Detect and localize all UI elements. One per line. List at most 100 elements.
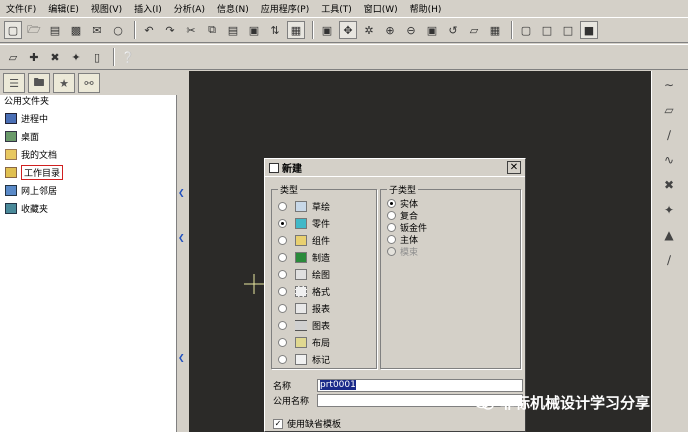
- default-template-checkbox[interactable]: ✓: [273, 418, 283, 429]
- datum-curve-icon[interactable]: ▯: [88, 48, 106, 66]
- context-help-icon[interactable]: ❔: [119, 48, 137, 66]
- line-tool-icon[interactable]: ∼: [658, 74, 680, 96]
- redo-icon[interactable]: ↷: [161, 21, 179, 39]
- undo-icon[interactable]: ↶: [140, 21, 158, 39]
- navigator-header: 公用文件夹: [0, 95, 176, 109]
- type-drawing-option[interactable]: 绘图: [278, 268, 330, 281]
- datum-csys-icon[interactable]: ✦: [67, 48, 85, 66]
- collapse-arrow-icon[interactable]: ❮: [178, 233, 185, 242]
- subtype-group: 子类型 实体 复合 钣金件 主体 模束: [380, 183, 521, 369]
- nav-item-network[interactable]: 网上邻居: [0, 181, 176, 199]
- subtype-composite-radio[interactable]: [387, 211, 396, 220]
- layers-icon[interactable]: ▦: [486, 21, 504, 39]
- csys-tool-icon[interactable]: ✦: [658, 199, 680, 221]
- favorites-tab-icon[interactable]: ★: [53, 73, 75, 93]
- toolbar-separator: [511, 21, 513, 39]
- analysis-tool-icon[interactable]: ▲: [658, 224, 680, 246]
- pattern-tool-icon[interactable]: ∕: [658, 249, 680, 271]
- connections-tab-icon[interactable]: ⚯: [78, 73, 100, 93]
- new-file-icon[interactable]: ▢: [4, 21, 22, 39]
- axis-tool-icon[interactable]: ∕: [658, 124, 680, 146]
- menu-file[interactable]: 文件(F): [6, 2, 36, 15]
- model-tree-tab-icon[interactable]: ☰: [3, 73, 25, 93]
- type-layout-radio[interactable]: [278, 338, 287, 347]
- copy-icon[interactable]: ⧉: [203, 21, 221, 39]
- send-icon[interactable]: ○: [109, 21, 127, 39]
- type-diagram-radio[interactable]: [278, 321, 287, 330]
- datum-plane-icon[interactable]: ▱: [4, 48, 22, 66]
- type-part-radio[interactable]: [278, 219, 287, 228]
- email-icon[interactable]: ✉: [88, 21, 106, 39]
- watermark-text: 非标机械设计学习分享: [500, 394, 651, 412]
- type-part-option[interactable]: 零件: [278, 217, 330, 230]
- menu-applications[interactable]: 应用程序(P): [261, 2, 309, 15]
- zoom-in-icon[interactable]: ⊕: [381, 21, 399, 39]
- datum-axis-icon[interactable]: ✚: [25, 48, 43, 66]
- folder-browser-tab-icon[interactable]: 🖿: [28, 73, 50, 93]
- zoom-out-icon[interactable]: ⊖: [402, 21, 420, 39]
- type-markup-option[interactable]: 标记: [278, 353, 330, 366]
- save-icon[interactable]: ▤: [46, 21, 64, 39]
- type-assembly-radio[interactable]: [278, 236, 287, 245]
- type-markup-radio[interactable]: [278, 355, 287, 364]
- menu-edit[interactable]: 编辑(E): [48, 2, 79, 15]
- no-hidden-icon[interactable]: □: [559, 21, 577, 39]
- cut-icon[interactable]: ✂: [182, 21, 200, 39]
- subtype-body-radio[interactable]: [387, 235, 396, 244]
- menu-info[interactable]: 信息(N): [217, 2, 249, 15]
- paste-special-icon[interactable]: ▣: [245, 21, 263, 39]
- menu-view[interactable]: 视图(V): [91, 2, 122, 15]
- nav-item-my-documents[interactable]: 我的文档: [0, 145, 176, 163]
- type-sketch-radio[interactable]: [278, 202, 287, 211]
- collapse-arrow-icon[interactable]: ❮: [178, 188, 185, 197]
- menu-window[interactable]: 窗口(W): [364, 2, 398, 15]
- watermark: 非标机械设计学习分享: [474, 392, 650, 413]
- plane-tool-icon[interactable]: ▱: [658, 99, 680, 121]
- nav-item-label: 我的文档: [21, 150, 58, 161]
- saved-views-icon[interactable]: ▱: [465, 21, 483, 39]
- type-format-radio[interactable]: [278, 287, 287, 296]
- default-template-row[interactable]: ✓ 使用缺省模板: [273, 417, 341, 430]
- menu-tools[interactable]: 工具(T): [321, 2, 352, 15]
- dialog-titlebar[interactable]: 新建 ✕: [265, 159, 525, 177]
- menu-help[interactable]: 帮助(H): [410, 2, 442, 15]
- wireframe-icon[interactable]: ▢: [517, 21, 535, 39]
- nav-item-favorites[interactable]: 收藏夹: [0, 199, 176, 217]
- reorient-icon[interactable]: ↺: [444, 21, 462, 39]
- subtype-sheetmetal-radio[interactable]: [387, 223, 396, 232]
- type-manufacturing-option[interactable]: 制造: [278, 251, 330, 264]
- subtype-solid-radio[interactable]: [387, 199, 396, 208]
- type-layout-option[interactable]: 布局: [278, 336, 330, 349]
- nav-item-working-directory[interactable]: 工作目录: [0, 163, 176, 181]
- sketch-display-icon[interactable]: ▣: [318, 21, 336, 39]
- type-assembly-option[interactable]: 组件: [278, 234, 330, 247]
- paste-icon[interactable]: ▤: [224, 21, 242, 39]
- open-folder-icon[interactable]: 🗁: [25, 21, 43, 39]
- type-manufacturing-radio[interactable]: [278, 253, 287, 262]
- datum-display-icon[interactable]: ✥: [339, 21, 357, 39]
- name-input[interactable]: prt0001: [317, 379, 523, 392]
- nav-item-desktop[interactable]: 桌面: [0, 127, 176, 145]
- close-icon[interactable]: ✕: [507, 161, 521, 174]
- regenerate-icon[interactable]: ⇅: [266, 21, 284, 39]
- datum-point-icon[interactable]: ✖: [46, 48, 64, 66]
- type-report-option[interactable]: 报表: [278, 302, 330, 315]
- type-format-option[interactable]: 格式: [278, 285, 330, 298]
- type-drawing-radio[interactable]: [278, 270, 287, 279]
- menu-insert[interactable]: 插入(I): [134, 2, 162, 15]
- select-filter-icon[interactable]: ▦: [287, 21, 305, 39]
- menu-analysis[interactable]: 分析(A): [174, 2, 205, 15]
- type-sketch-option[interactable]: 草绘: [278, 200, 330, 213]
- print-icon[interactable]: ▩: [67, 21, 85, 39]
- type-report-radio[interactable]: [278, 304, 287, 313]
- curve-tool-icon[interactable]: ∿: [658, 149, 680, 171]
- point-tool-icon[interactable]: ✖: [658, 174, 680, 196]
- navigator-splitter[interactable]: ❮ ❮ ❮: [177, 71, 189, 432]
- type-diagram-option[interactable]: 图表: [278, 319, 330, 332]
- shading-icon[interactable]: ■: [580, 21, 598, 39]
- spin-center-icon[interactable]: ✲: [360, 21, 378, 39]
- refit-icon[interactable]: ▣: [423, 21, 441, 39]
- collapse-arrow-icon[interactable]: ❮: [178, 353, 185, 362]
- hidden-line-icon[interactable]: □: [538, 21, 556, 39]
- nav-item-session[interactable]: 进程中: [0, 109, 176, 127]
